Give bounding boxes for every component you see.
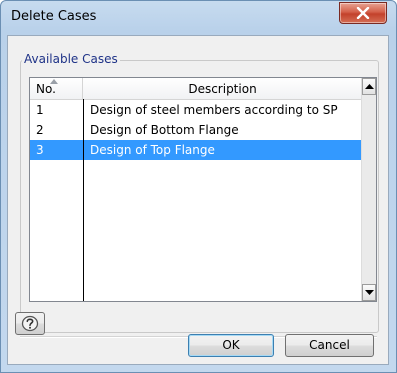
row-number: 2 — [36, 123, 44, 137]
help-button[interactable] — [15, 312, 45, 335]
vertical-scrollbar[interactable] — [361, 78, 376, 301]
row-number: 3 — [36, 143, 44, 157]
table-row[interactable]: 2 Design of Bottom Flange — [30, 120, 361, 140]
row-description: Design of Top Flange — [90, 143, 215, 157]
arrow-down-icon — [365, 290, 374, 295]
scroll-down-button[interactable] — [362, 284, 376, 301]
dialog-client-area: Available Cases No. Description 1 Design… — [7, 35, 389, 365]
row-description: Design of steel members according to SP — [90, 103, 338, 117]
scroll-up-button[interactable] — [362, 78, 376, 95]
group-label: Available Cases — [22, 52, 120, 66]
cases-table[interactable]: No. Description 1 Design of steel member… — [29, 77, 377, 302]
column-header-no[interactable]: No. — [30, 78, 83, 99]
help-icon — [21, 315, 39, 332]
table-row[interactable]: 1 Design of steel members according to S… — [30, 100, 361, 120]
ok-button[interactable]: OK — [188, 334, 274, 357]
column-header-no-label: No. — [36, 82, 56, 96]
close-x-icon — [356, 7, 370, 19]
column-header-description-label: Description — [188, 82, 257, 96]
column-header-description[interactable]: Description — [84, 78, 361, 99]
row-number: 1 — [36, 103, 44, 117]
close-button[interactable] — [339, 2, 387, 24]
row-description: Design of Bottom Flange — [90, 123, 239, 137]
column-divider — [83, 99, 84, 301]
window-title: Delete Cases — [11, 9, 97, 24]
sort-ascending-icon — [50, 79, 58, 84]
table-header: No. Description — [30, 78, 361, 100]
cancel-button[interactable]: Cancel — [285, 334, 374, 357]
arrow-up-icon — [365, 84, 374, 89]
table-row-selected[interactable]: 3 Design of Top Flange — [30, 140, 361, 160]
